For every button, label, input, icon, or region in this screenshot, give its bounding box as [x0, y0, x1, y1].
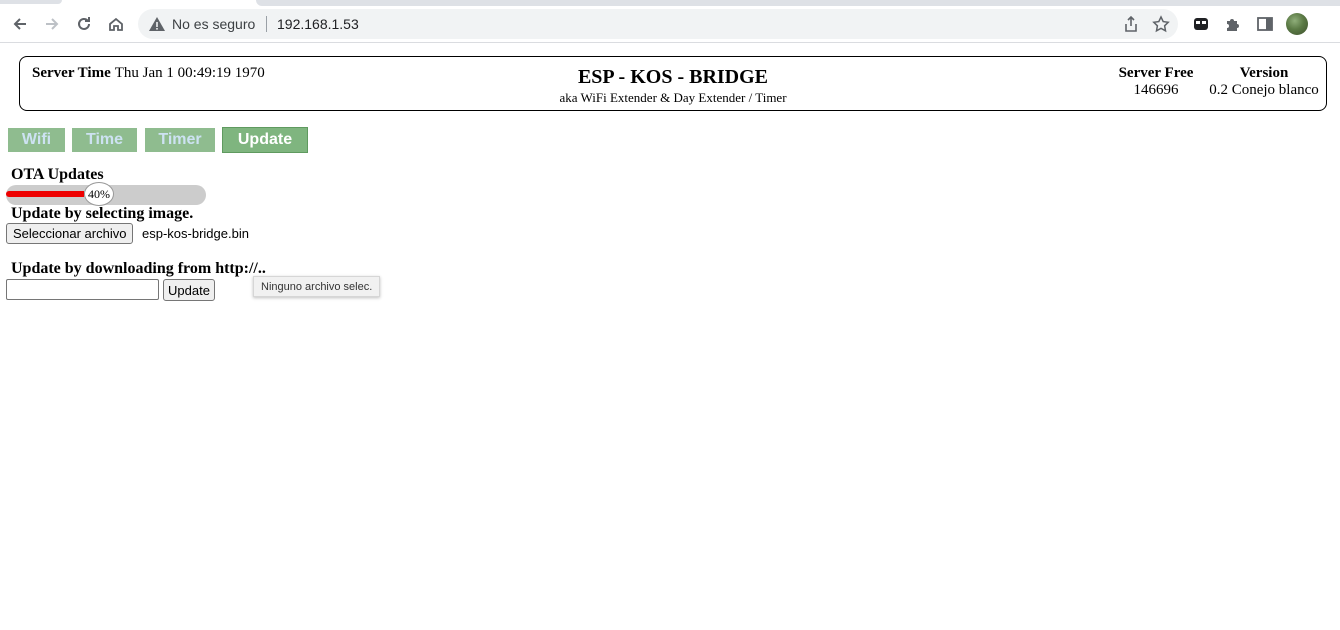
profile-avatar[interactable] [1286, 13, 1308, 35]
extension-icon[interactable] [1188, 11, 1214, 37]
version-label: Version [1239, 65, 1289, 81]
share-icon[interactable] [1122, 15, 1140, 33]
select-file-button[interactable]: Seleccionar archivo [6, 223, 134, 244]
home-icon[interactable] [103, 11, 129, 37]
puzzle-icon[interactable] [1220, 11, 1246, 37]
file-tooltip: Ninguno archivo selec. [253, 276, 381, 297]
ota-progress-bar: 40% [6, 182, 206, 206]
select-image-heading: Update by selecting image. [11, 205, 194, 222]
reload-icon[interactable] [71, 11, 97, 37]
tab-time[interactable]: Time [72, 128, 137, 152]
address-bar[interactable]: No es seguro 192.168.1.53 [138, 9, 1178, 39]
side-panel-icon[interactable] [1252, 11, 1278, 37]
header-box: Server Time Thu Jan 1 00:49:19 1970 ESP -… [19, 56, 1327, 111]
progress-label: 40% [84, 182, 114, 206]
ota-heading: OTA Updates [11, 166, 104, 183]
forward-icon[interactable] [39, 11, 65, 37]
browser-tab-left[interactable] [0, 0, 62, 4]
server-free: Server Free 146696 [1116, 65, 1196, 99]
insecure-label[interactable]: No es seguro [172, 16, 255, 32]
warning-icon[interactable] [148, 15, 166, 33]
url-text[interactable]: 192.168.1.53 [277, 16, 359, 32]
version: Version 0.2 Conejo blanco [1204, 65, 1324, 99]
tab-update[interactable]: Update [222, 127, 308, 153]
server-free-value: 146696 [1133, 82, 1179, 98]
back-icon[interactable] [7, 11, 33, 37]
tab-wifi[interactable]: Wifi [8, 128, 65, 152]
update-button[interactable]: Update [163, 279, 215, 301]
download-url-input[interactable] [6, 279, 159, 300]
browser-toolbar: No es seguro 192.168.1.53 [0, 6, 1340, 43]
bookmark-star-icon[interactable] [1152, 15, 1170, 33]
selected-file-name: esp-kos-bridge.bin [142, 226, 249, 241]
progress-fill [6, 191, 84, 197]
version-value: 0.2 Conejo blanco [1209, 82, 1319, 98]
download-heading: Update by downloading from http://.. [11, 260, 266, 277]
tab-timer[interactable]: Timer [145, 128, 215, 152]
address-separator [266, 16, 267, 32]
server-free-label: Server Free [1118, 65, 1194, 81]
